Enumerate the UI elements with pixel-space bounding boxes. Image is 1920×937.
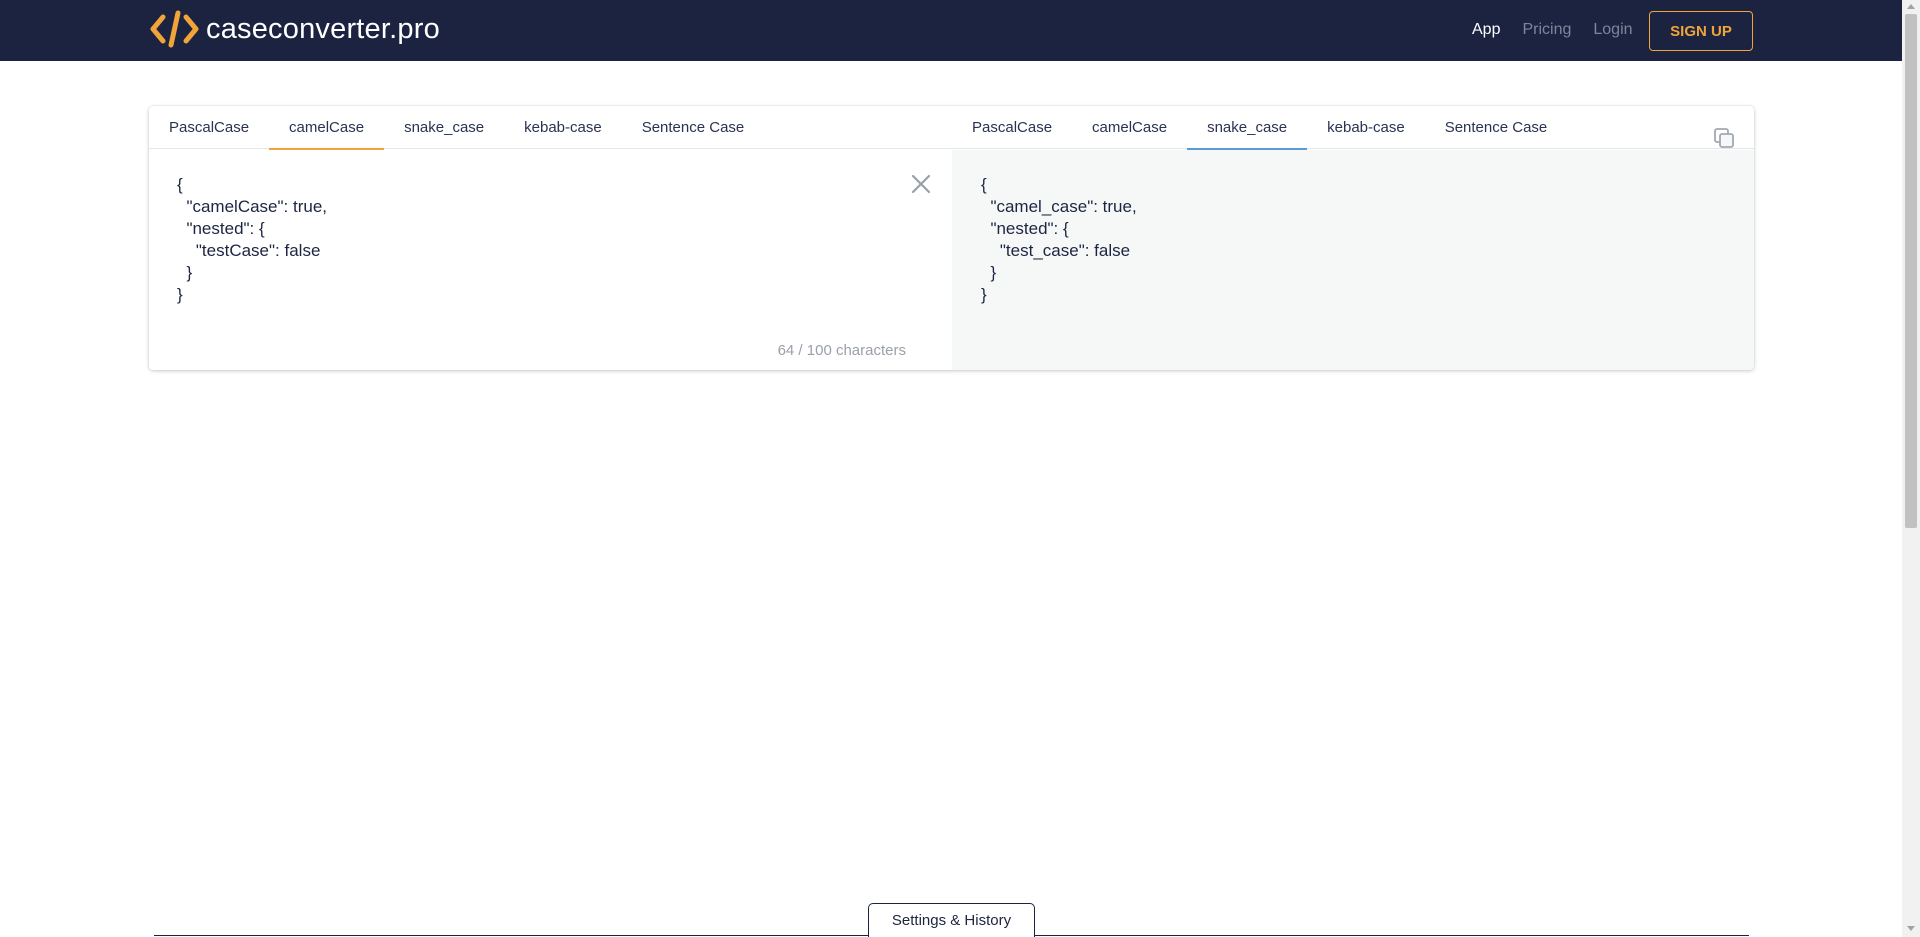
copy-icon[interactable] xyxy=(1712,126,1736,150)
output-tab-pascalcase[interactable]: PascalCase xyxy=(952,106,1072,149)
scroll-down-arrow-icon[interactable] xyxy=(1907,926,1915,931)
output-tab-snake-case[interactable]: snake_case xyxy=(1187,106,1308,150)
settings-history-tab[interactable]: Settings & History xyxy=(868,903,1035,937)
input-tab-camelcase[interactable]: camelCase xyxy=(269,106,385,150)
brand-logo[interactable]: caseconverter.pro xyxy=(149,7,440,51)
nav-pricing-link[interactable]: Pricing xyxy=(1522,21,1571,39)
nav-login-link[interactable]: Login xyxy=(1593,21,1632,39)
output-pane: { "camel_case": true, "nested": { "test_… xyxy=(952,150,1754,370)
nav-app-link[interactable]: App xyxy=(1472,21,1500,39)
page: caseconverter.pro App Pricing Login SIGN… xyxy=(0,0,1920,937)
page-scrollbar[interactable] xyxy=(1902,0,1920,937)
input-textarea[interactable]: { "camelCase": true, "nested": { "testCa… xyxy=(177,174,327,306)
output-tab-sentence-case[interactable]: Sentence Case xyxy=(1425,106,1568,149)
output-text: { "camel_case": true, "nested": { "test_… xyxy=(981,175,1137,304)
input-case-tabs: PascalCase camelCase snake_case kebab-ca… xyxy=(149,106,765,150)
input-pane[interactable]: { "camelCase": true, "nested": { "testCa… xyxy=(149,150,952,370)
top-navbar: caseconverter.pro App Pricing Login SIGN… xyxy=(0,0,1902,61)
input-tab-sentence-case[interactable]: Sentence Case xyxy=(622,106,765,149)
input-tab-snake-case[interactable]: snake_case xyxy=(384,106,504,149)
output-case-tabs: PascalCase camelCase snake_case kebab-ca… xyxy=(952,106,1568,150)
main-nav: App Pricing Login xyxy=(1472,21,1655,39)
scrollbar-thumb[interactable] xyxy=(1905,14,1917,528)
case-tabs-row: PascalCase camelCase snake_case kebab-ca… xyxy=(149,106,1754,150)
output-tab-kebab-case[interactable]: kebab-case xyxy=(1307,106,1425,149)
converter-card: PascalCase camelCase snake_case kebab-ca… xyxy=(149,106,1754,370)
signup-button[interactable]: SIGN UP xyxy=(1649,11,1753,51)
output-tab-camelcase[interactable]: camelCase xyxy=(1072,106,1187,149)
close-icon[interactable] xyxy=(908,171,934,197)
code-icon xyxy=(150,10,199,48)
character-counter: 64 / 100 characters xyxy=(777,342,906,359)
input-tab-pascalcase[interactable]: PascalCase xyxy=(149,106,269,149)
input-tab-kebab-case[interactable]: kebab-case xyxy=(504,106,622,149)
scroll-up-arrow-icon[interactable] xyxy=(1907,4,1915,9)
brand-name: caseconverter.pro xyxy=(206,12,440,45)
